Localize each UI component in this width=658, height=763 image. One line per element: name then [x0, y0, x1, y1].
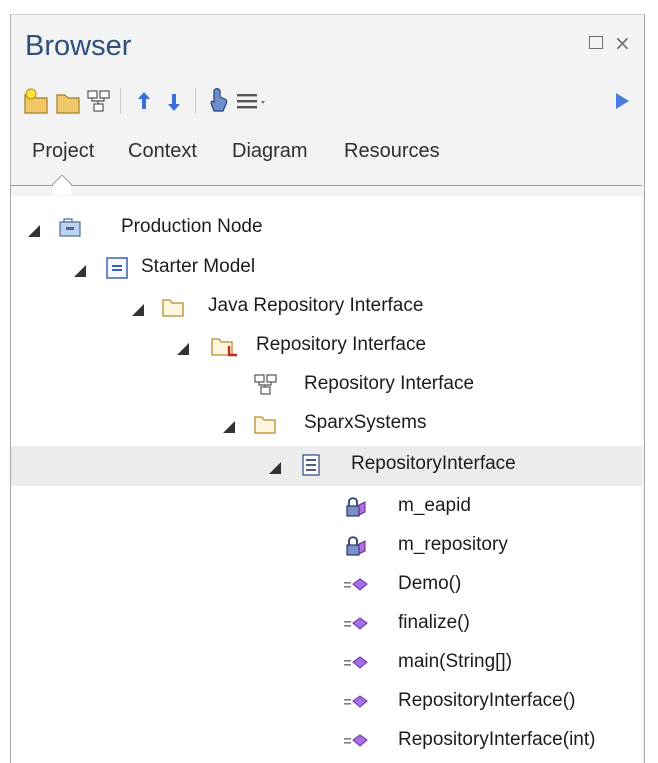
tree-item[interactable]: Repository Interface [11, 366, 642, 406]
tree-item[interactable]: RepositoryInterface(int) [11, 722, 642, 762]
tree-item[interactable]: Repository Interface [11, 327, 642, 367]
expanded-triangle-icon[interactable] [222, 420, 236, 434]
maximize-icon[interactable] [589, 36, 603, 49]
operation-icon [344, 734, 368, 747]
tab-project[interactable]: Project [32, 140, 94, 163]
browser-panel: Browser × Project Context Diagram Resour… [0, 0, 658, 763]
model-icon [106, 257, 128, 279]
tree-item[interactable]: SparxSystems [11, 405, 642, 445]
diagram-icon[interactable] [85, 84, 113, 118]
new-package-icon[interactable] [22, 84, 50, 118]
expanded-triangle-icon[interactable] [176, 342, 190, 356]
tree-item-label: RepositoryInterface [351, 453, 516, 474]
tree-item-label: Production Node [121, 216, 263, 237]
expanded-triangle-icon[interactable] [131, 303, 145, 317]
tree-item-label: Repository Interface [304, 373, 475, 394]
tree-item-label: Java Repository Interface [208, 295, 424, 316]
tree-item-label: RepositoryInterface() [398, 690, 576, 711]
move-down-icon[interactable] [160, 84, 188, 118]
operation-icon [344, 656, 368, 669]
package-folder-icon [254, 416, 276, 434]
tab-divider [11, 185, 642, 186]
tree-item-label: RepositoryInterface(int) [398, 729, 596, 750]
expanded-triangle-icon[interactable] [73, 264, 87, 278]
locate-icon[interactable] [203, 84, 231, 118]
tab-diagram[interactable]: Diagram [232, 140, 308, 163]
tree-item-label: main(String[]) [398, 651, 513, 672]
tree-item[interactable]: Demo() [11, 566, 642, 606]
expanded-triangle-icon[interactable] [27, 224, 41, 238]
package-folder-icon [162, 299, 184, 317]
tab-context[interactable]: Context [128, 140, 197, 163]
panel-title: Browser [25, 30, 132, 62]
tree-item[interactable]: RepositoryInterface [11, 446, 642, 486]
tree-item[interactable]: main(String[]) [11, 644, 642, 684]
menu-icon[interactable] [234, 84, 274, 118]
tree-item-label: finalize() [398, 612, 470, 633]
toolbar-separator [195, 88, 196, 114]
tab-resources[interactable]: Resources [344, 140, 440, 163]
tree-item[interactable]: Production Node [11, 209, 642, 249]
tree-item-label: Starter Model [141, 256, 256, 277]
toolbar-separator [120, 88, 121, 114]
tree-item[interactable]: Starter Model [11, 249, 642, 289]
private-attribute-icon [346, 536, 366, 556]
close-icon[interactable]: × [614, 33, 631, 53]
namespace-package-icon [211, 338, 237, 357]
tree-item-label: Demo() [398, 573, 462, 594]
move-up-icon[interactable] [130, 84, 158, 118]
tree-item[interactable]: finalize() [11, 605, 642, 645]
active-tab-indicator [52, 175, 72, 195]
operation-icon [344, 578, 368, 591]
forward-icon[interactable] [608, 84, 636, 118]
folder-icon[interactable] [54, 84, 82, 118]
root-node-icon [59, 218, 81, 237]
operation-icon [344, 695, 368, 708]
class-icon [302, 454, 320, 476]
tree-item-label: m_eapid [398, 495, 471, 516]
expanded-triangle-icon[interactable] [268, 461, 282, 475]
tree-item[interactable]: m_repository [11, 527, 642, 567]
private-attribute-icon [346, 497, 366, 517]
tree-item[interactable]: m_eapid [11, 488, 642, 528]
tree-item-label: Repository Interface [256, 334, 427, 355]
tree-item-label: m_repository [398, 534, 508, 555]
diagram-icon [254, 374, 277, 395]
tree-item[interactable]: RepositoryInterface() [11, 683, 642, 723]
project-tree[interactable]: Production Node Starter Model Java Repos… [11, 196, 642, 763]
tree-item-label: SparxSystems [304, 412, 427, 433]
tree-item[interactable]: Java Repository Interface [11, 288, 642, 328]
operation-icon [344, 617, 368, 630]
